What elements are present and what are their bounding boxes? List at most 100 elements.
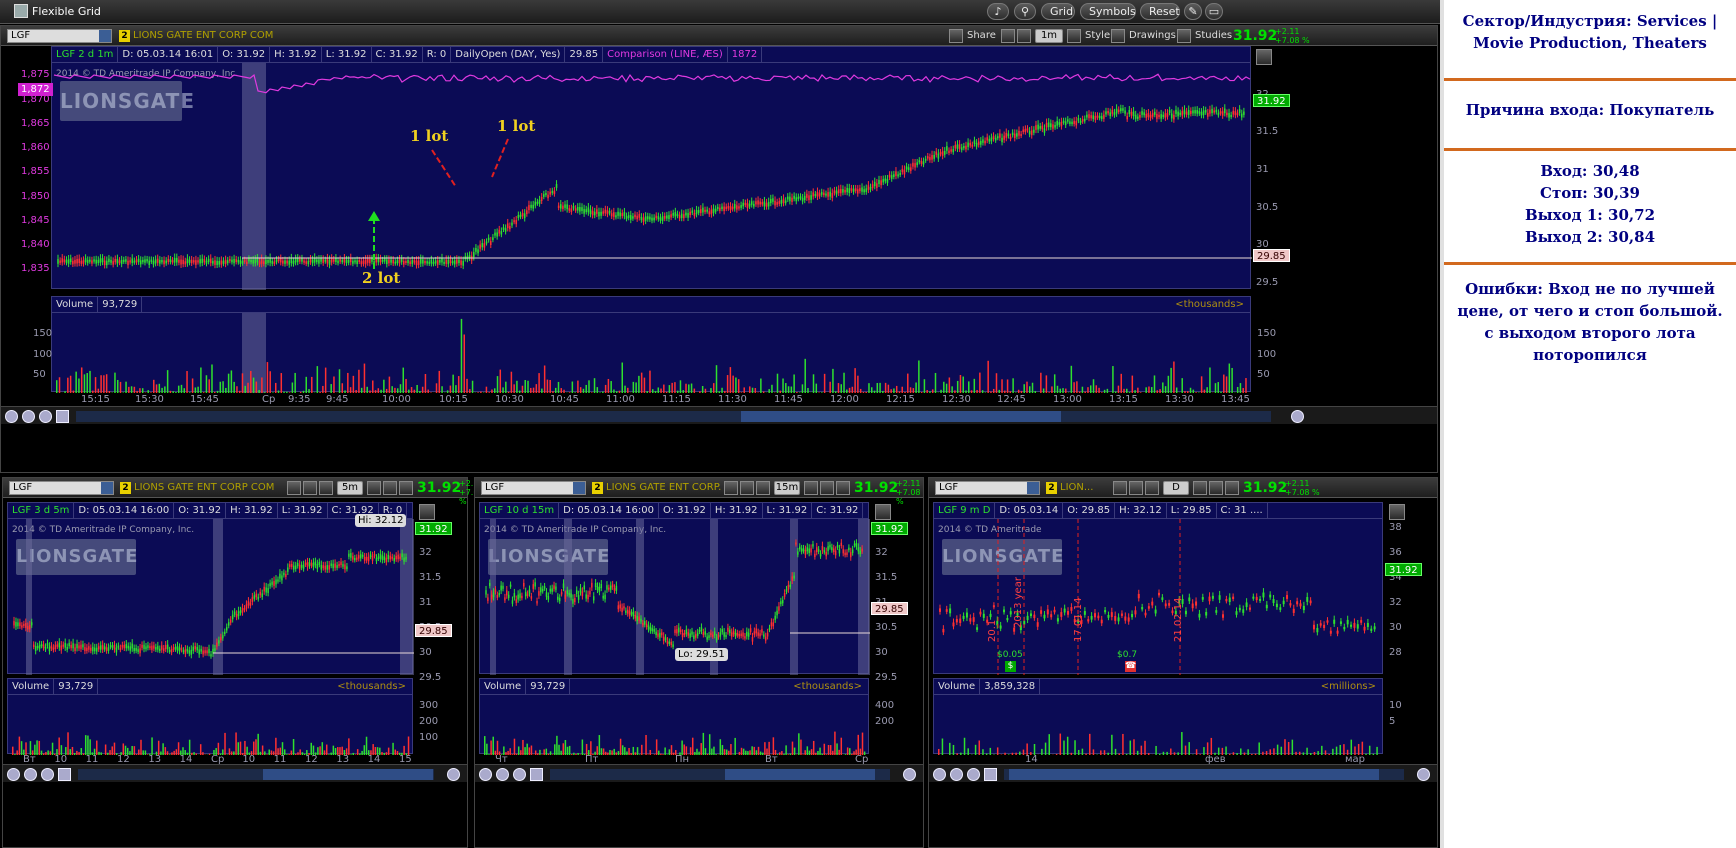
flask-icon[interactable]: [1177, 29, 1191, 43]
scrollbar-thumb[interactable]: [741, 411, 1061, 422]
cursor-icon[interactable]: [1001, 29, 1015, 43]
line-tool-icon[interactable]: [984, 768, 997, 781]
wrench-icon[interactable]: [1145, 481, 1159, 495]
symbol-field[interactable]: LGF: [935, 481, 1040, 495]
wrench-icon[interactable]: [756, 481, 770, 495]
style-icon[interactable]: [1067, 29, 1081, 43]
crosshair-icon[interactable]: [5, 410, 18, 423]
timeframe-button[interactable]: 1m: [1035, 29, 1063, 43]
price-plot[interactable]: LGF 2 d 1m D: 05.03.14 16:01 O: 31.92 H: 31…: [51, 46, 1252, 290]
studies-button[interactable]: Studies: [1195, 30, 1232, 41]
expand-time-icon[interactable]: [447, 768, 460, 781]
volume-bar: [1164, 386, 1167, 393]
flask-icon[interactable]: [1225, 481, 1239, 495]
candle: [1043, 128, 1046, 133]
expand-icon[interactable]: [419, 504, 435, 520]
line-tool-icon[interactable]: [58, 768, 71, 781]
expand-icon[interactable]: [1389, 504, 1405, 520]
zoom-out-icon[interactable]: [967, 768, 980, 781]
cursor-icon[interactable]: [1129, 481, 1143, 495]
candle: [261, 593, 263, 598]
pencil-icon[interactable]: [1111, 29, 1125, 43]
share-icon[interactable]: [949, 29, 963, 43]
chevron-down-icon[interactable]: [99, 30, 111, 42]
expand-icon[interactable]: [875, 504, 891, 520]
zoom-in-icon[interactable]: [950, 768, 963, 781]
volume-plot[interactable]: Volume 93,729 <thousands>: [479, 678, 869, 755]
style-button[interactable]: Style: [1085, 30, 1110, 41]
symbol-field[interactable]: LGF: [9, 481, 114, 495]
chevron-down-icon[interactable]: [1027, 482, 1039, 494]
candle: [30, 622, 33, 626]
zoom-in-icon[interactable]: [22, 410, 35, 423]
expand-time-icon[interactable]: [903, 768, 916, 781]
zoom-out-icon[interactable]: [41, 768, 54, 781]
share-button[interactable]: Share: [967, 30, 996, 41]
timeframe-button[interactable]: 15m: [774, 481, 800, 495]
phone-icon[interactable]: ☎: [1125, 661, 1136, 672]
crosshair-icon[interactable]: [479, 768, 492, 781]
crosshair-icon[interactable]: [933, 768, 946, 781]
volume-plot[interactable]: Volume 93,729 <thousands>: [7, 678, 413, 755]
volume-bar: [1254, 753, 1257, 755]
line-tool-icon[interactable]: [56, 410, 69, 423]
dividend-icon[interactable]: $: [1005, 661, 1016, 672]
timeframe-button[interactable]: D: [1163, 481, 1189, 495]
link-group-badge[interactable]: 2: [119, 30, 130, 42]
chevron-down-icon[interactable]: [101, 482, 113, 494]
candle: [1286, 595, 1289, 599]
symbol-field[interactable]: LGF: [7, 29, 112, 43]
share-icon[interactable]: [1113, 481, 1127, 495]
share-icon[interactable]: [287, 481, 301, 495]
price-plot[interactable]: LGF 10 d 15m D: 05.03.14 16:00 O: 31.92 H: …: [479, 502, 870, 675]
timeframe-button[interactable]: 5m: [337, 481, 363, 495]
wrench-icon[interactable]: [1017, 29, 1031, 43]
pencil-icon[interactable]: [383, 481, 397, 495]
flask-icon[interactable]: [399, 481, 413, 495]
style-icon[interactable]: [367, 481, 381, 495]
cursor-icon[interactable]: [303, 481, 317, 495]
zoom-in-icon[interactable]: [496, 768, 509, 781]
expand-time-icon[interactable]: [1417, 768, 1430, 781]
symbols-button[interactable]: Symbols: [1080, 3, 1136, 20]
candle: [1067, 611, 1070, 615]
pencil-icon[interactable]: [820, 481, 834, 495]
volume-plot[interactable]: Volume 3,859,328 <millions>: [933, 678, 1383, 755]
wrench-icon[interactable]: [319, 481, 333, 495]
crosshair-icon[interactable]: [7, 768, 20, 781]
link-icon[interactable]: ⚲: [1014, 3, 1036, 20]
pencil-icon[interactable]: [1209, 481, 1223, 495]
price-plot[interactable]: LGF 9 m D D: 05.03.14 O: 29.85 H: 32.12 L: 2…: [933, 502, 1383, 675]
style-icon[interactable]: [1193, 481, 1207, 495]
bell-icon[interactable]: ♪: [987, 3, 1009, 20]
zoom-in-icon[interactable]: [24, 768, 37, 781]
style-icon[interactable]: [804, 481, 818, 495]
scrollbar-thumb[interactable]: [1009, 769, 1379, 780]
price-plot[interactable]: LGF 3 d 5m D: 05.03.14 16:00 O: 31.92 H: 31…: [7, 502, 414, 675]
share-icon[interactable]: [724, 481, 738, 495]
link-group-badge[interactable]: 2: [120, 482, 131, 494]
drawings-button[interactable]: Drawings: [1129, 30, 1176, 41]
link-group-badge[interactable]: 2: [1046, 482, 1057, 494]
expand-icon[interactable]: [1256, 49, 1272, 65]
expand-time-icon[interactable]: [1291, 410, 1304, 423]
grid-button[interactable]: Grid: [1041, 3, 1075, 20]
cursor-icon[interactable]: [740, 481, 754, 495]
flask-icon[interactable]: [836, 481, 850, 495]
pin-icon[interactable]: ✎: [1184, 3, 1202, 20]
scrollbar-track[interactable]: [76, 411, 1271, 422]
scrollbar-thumb[interactable]: [725, 769, 875, 780]
link-group-badge[interactable]: 2: [592, 482, 603, 494]
volume-bar: [171, 752, 173, 755]
symbol-field[interactable]: LGF: [481, 481, 586, 495]
reset-button[interactable]: Reset: [1140, 3, 1180, 20]
volume-plot[interactable]: Volume 93,729 <thousands>: [51, 296, 1251, 393]
candle: [647, 625, 650, 630]
line-tool-icon[interactable]: [530, 768, 543, 781]
zoom-out-icon[interactable]: [513, 768, 526, 781]
session-shade: [26, 519, 32, 675]
scrollbar-thumb[interactable]: [263, 769, 433, 780]
zoom-out-icon[interactable]: [39, 410, 52, 423]
detach-icon[interactable]: ▭: [1205, 3, 1223, 20]
chevron-down-icon[interactable]: [573, 482, 585, 494]
